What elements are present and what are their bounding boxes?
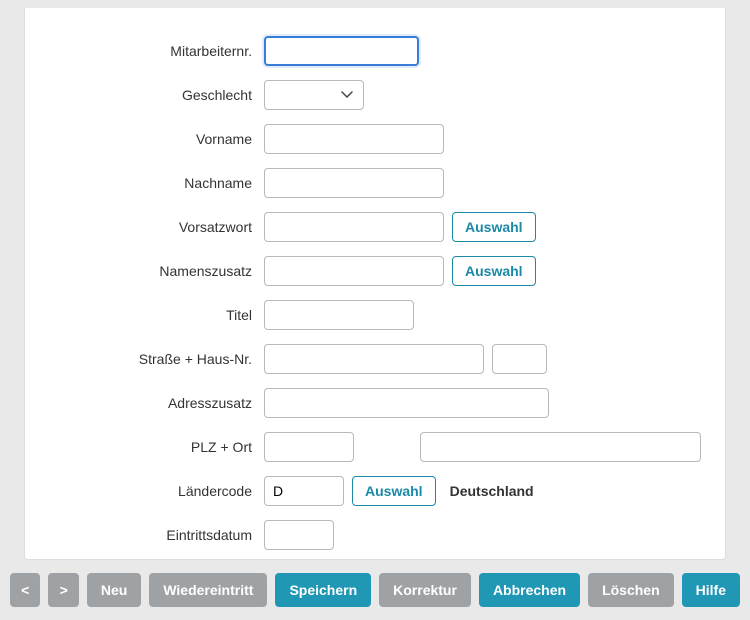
plz-input[interactable]: [264, 432, 354, 462]
nachname-input[interactable]: [264, 168, 444, 198]
bottom-toolbar: < > Neu Wiedereintritt Speichern Korrekt…: [8, 568, 742, 612]
vorsatzwort-input[interactable]: [264, 212, 444, 242]
namenszusatz-label: Namenszusatz: [49, 263, 264, 279]
adresszusatz-input[interactable]: [264, 388, 549, 418]
vorname-label: Vorname: [49, 131, 264, 147]
mitarbeiternr-input[interactable]: [264, 36, 419, 66]
strasse-input[interactable]: [264, 344, 484, 374]
eintrittsdatum-label: Eintrittsdatum: [49, 527, 264, 543]
adresszusatz-label: Adresszusatz: [49, 395, 264, 411]
geschlecht-select[interactable]: [264, 80, 364, 110]
neu-button[interactable]: Neu: [87, 573, 141, 607]
employee-form-panel: Mitarbeiternr. Geschlecht Vorname: [24, 8, 726, 560]
hausnr-input[interactable]: [492, 344, 547, 374]
ort-input[interactable]: [420, 432, 701, 462]
vorname-input[interactable]: [264, 124, 444, 154]
titel-input[interactable]: [264, 300, 414, 330]
hilfe-button[interactable]: Hilfe: [682, 573, 740, 607]
namenszusatz-input[interactable]: [264, 256, 444, 286]
next-button[interactable]: >: [48, 573, 78, 607]
mitarbeiternr-label: Mitarbeiternr.: [49, 43, 264, 59]
namenszusatz-auswahl-button[interactable]: Auswahl: [452, 256, 536, 286]
laendercode-country-text: Deutschland: [450, 483, 534, 499]
laendercode-auswahl-button[interactable]: Auswahl: [352, 476, 436, 506]
speichern-button[interactable]: Speichern: [275, 573, 371, 607]
geschlecht-label: Geschlecht: [49, 87, 264, 103]
eintrittsdatum-input[interactable]: [264, 520, 334, 550]
chevron-down-icon: [341, 91, 353, 99]
laendercode-label: Ländercode: [49, 483, 264, 499]
strasse-label: Straße + Haus-Nr.: [49, 351, 264, 367]
wiedereintritt-button[interactable]: Wiedereintritt: [149, 573, 267, 607]
laendercode-input[interactable]: [264, 476, 344, 506]
abbrechen-button[interactable]: Abbrechen: [479, 573, 580, 607]
nachname-label: Nachname: [49, 175, 264, 191]
vorsatzwort-label: Vorsatzwort: [49, 219, 264, 235]
vorsatzwort-auswahl-button[interactable]: Auswahl: [452, 212, 536, 242]
loeschen-button[interactable]: Löschen: [588, 573, 674, 607]
korrektur-button[interactable]: Korrektur: [379, 573, 471, 607]
plz-ort-label: PLZ + Ort: [49, 439, 264, 455]
titel-label: Titel: [49, 307, 264, 323]
prev-button[interactable]: <: [10, 573, 40, 607]
